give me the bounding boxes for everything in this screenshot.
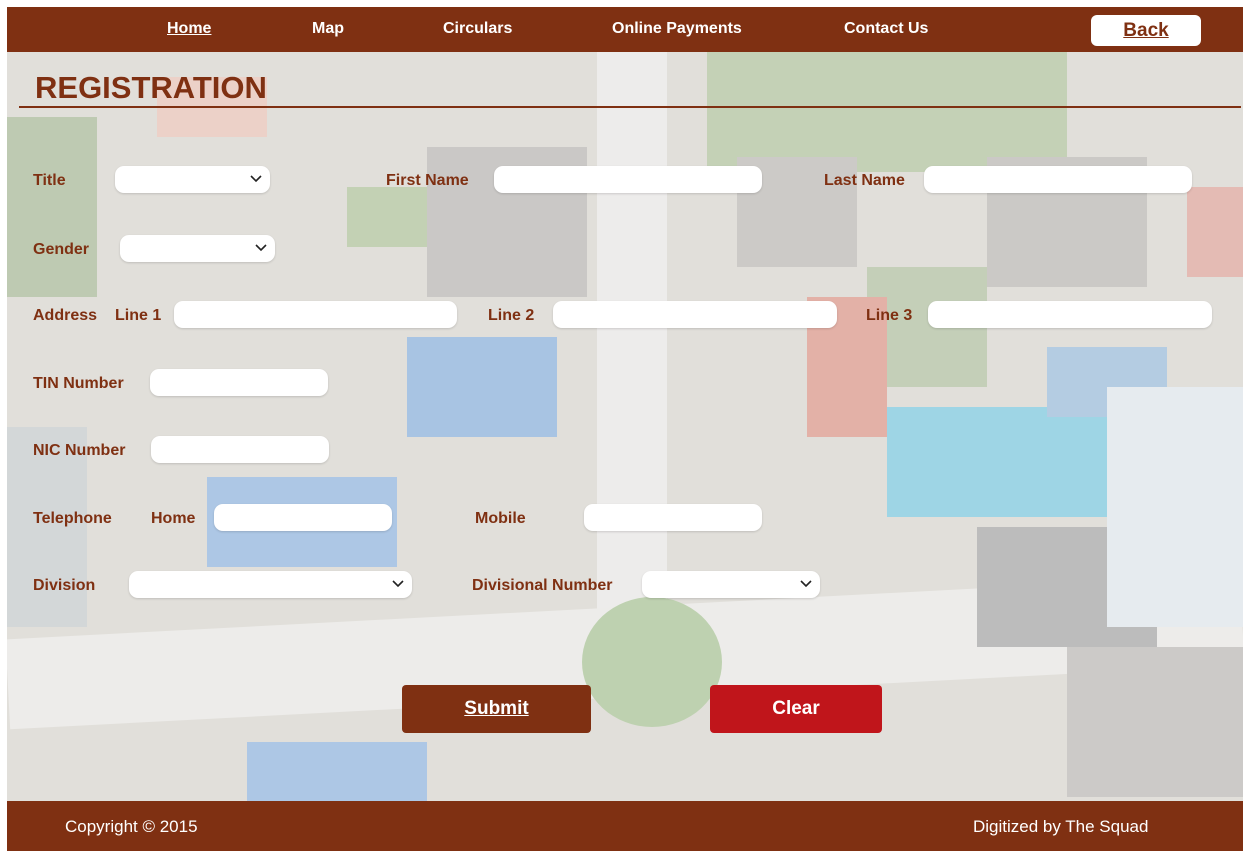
address-line1-input[interactable] xyxy=(174,301,457,328)
address-label: Address xyxy=(33,307,98,324)
nav-home-link[interactable]: Home xyxy=(167,20,211,38)
home-phone-input[interactable] xyxy=(214,504,392,531)
credit-text: Digitized by The Squad xyxy=(973,817,1149,836)
back-button[interactable]: Back xyxy=(1091,15,1201,46)
title-select[interactable] xyxy=(115,166,270,193)
title-label: Title xyxy=(33,172,66,189)
divisional-number-label: Divisional Number xyxy=(472,577,613,594)
registration-page: Home Map Circulars Online Payments Conta… xyxy=(7,7,1243,851)
chevron-down-icon xyxy=(800,579,812,589)
title-divider xyxy=(19,106,1241,108)
copyright-text: Copyright © 2015 xyxy=(65,817,198,836)
nic-number-label: NIC Number xyxy=(33,442,126,459)
first-name-input[interactable] xyxy=(494,166,762,193)
telephone-label: Telephone xyxy=(33,510,112,527)
first-name-label: First Name xyxy=(386,172,469,189)
division-label: Division xyxy=(33,577,96,594)
chevron-down-icon xyxy=(255,243,267,253)
aerial-city-background xyxy=(7,7,1243,851)
chevron-down-icon xyxy=(392,579,404,589)
gender-select[interactable] xyxy=(120,235,275,262)
last-name-label: Last Name xyxy=(824,172,905,189)
line2-label: Line 2 xyxy=(488,307,535,324)
address-line3-input[interactable] xyxy=(928,301,1212,328)
clear-button[interactable]: Clear xyxy=(710,685,882,733)
nav-map-link[interactable]: Map xyxy=(312,20,344,38)
address-line2-input[interactable] xyxy=(553,301,837,328)
mobile-input[interactable] xyxy=(584,504,762,531)
tin-number-input[interactable] xyxy=(150,369,328,396)
page-title: REGISTRATION xyxy=(35,70,267,105)
nav-online-payments-link[interactable]: Online Payments xyxy=(612,20,742,38)
top-navigation-bar: Home Map Circulars Online Payments Conta… xyxy=(7,7,1243,52)
last-name-input[interactable] xyxy=(924,166,1192,193)
divisional-number-select[interactable] xyxy=(642,571,820,598)
home-phone-label: Home xyxy=(151,510,196,527)
nav-circulars-link[interactable]: Circulars xyxy=(443,20,512,38)
footer: Copyright © 2015 Digitized by The Squad xyxy=(7,801,1243,851)
nic-number-input[interactable] xyxy=(151,436,329,463)
chevron-down-icon xyxy=(250,174,262,184)
tin-number-label: TIN Number xyxy=(33,375,124,392)
line1-label: Line 1 xyxy=(115,307,162,324)
division-select[interactable] xyxy=(129,571,412,598)
mobile-label: Mobile xyxy=(475,510,526,527)
gender-label: Gender xyxy=(33,241,90,258)
line3-label: Line 3 xyxy=(866,307,913,324)
nav-contact-us-link[interactable]: Contact Us xyxy=(844,20,928,38)
submit-button[interactable]: Submit xyxy=(402,685,591,733)
